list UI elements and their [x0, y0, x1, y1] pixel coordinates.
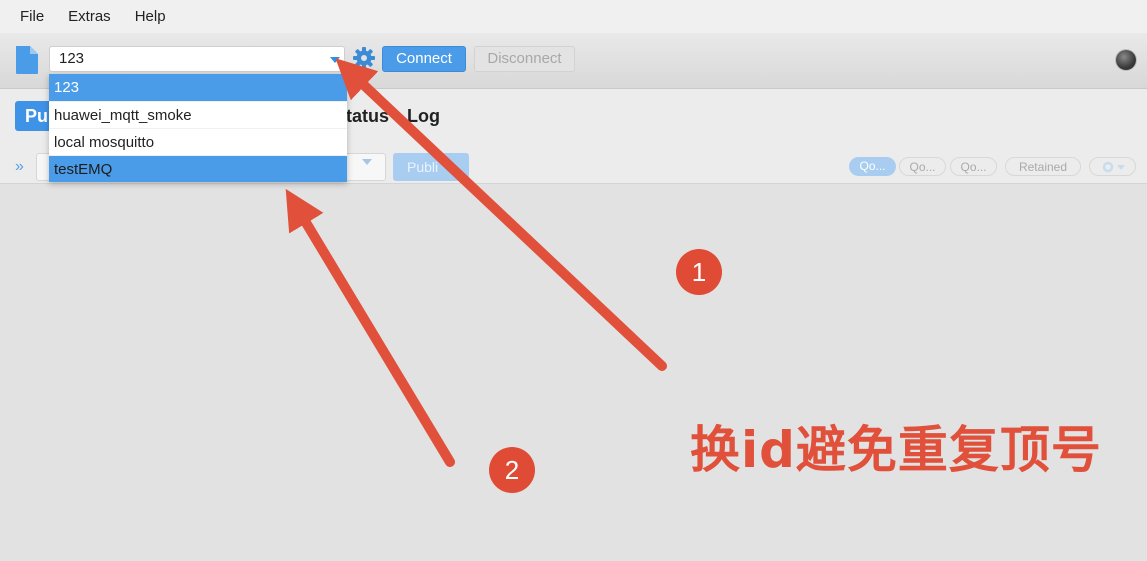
dropdown-option[interactable]: 123: [49, 74, 347, 101]
dropdown-option[interactable]: huawei_mqtt_smoke: [49, 101, 347, 128]
connect-button[interactable]: Connect: [382, 46, 466, 72]
qos2-toggle[interactable]: Qo...: [950, 157, 997, 176]
qos0-toggle[interactable]: Qo...: [849, 157, 896, 176]
chevron-down-icon[interactable]: [362, 159, 372, 165]
disconnect-button[interactable]: Disconnect: [474, 46, 575, 72]
menu-extras[interactable]: Extras: [56, 8, 123, 25]
annotation-badge-1: 1: [676, 249, 722, 295]
dropdown-option[interactable]: testEMQ: [49, 155, 347, 182]
profile-value: 123: [59, 50, 85, 67]
message-area: [0, 183, 1147, 561]
retained-toggle[interactable]: Retained: [1005, 157, 1081, 176]
publish-button[interactable]: Publi: [393, 153, 469, 181]
file-icon[interactable]: [14, 46, 40, 79]
annotation-badge-2: 2: [489, 447, 535, 493]
options-gear-icon[interactable]: [1089, 157, 1136, 176]
annotation-note: 换id避免重复顶号: [690, 421, 1102, 479]
tab-log[interactable]: Log: [407, 101, 440, 131]
profile-dropdown-list: 123 huawei_mqtt_smoke local mosquitto te…: [49, 74, 347, 182]
dropdown-option[interactable]: local mosquitto: [49, 128, 347, 155]
menu-bar: File Extras Help: [0, 0, 1147, 33]
chevron-down-icon[interactable]: [330, 57, 340, 63]
gear-icon[interactable]: [352, 46, 376, 75]
menu-help[interactable]: Help: [123, 8, 178, 25]
tab-status[interactable]: tatus: [346, 101, 389, 131]
menu-file[interactable]: File: [8, 8, 56, 25]
connection-status-indicator: [1116, 50, 1136, 70]
expand-icon[interactable]: »: [15, 158, 24, 176]
qos1-toggle[interactable]: Qo...: [899, 157, 946, 176]
profile-combobox[interactable]: 123: [49, 46, 345, 72]
